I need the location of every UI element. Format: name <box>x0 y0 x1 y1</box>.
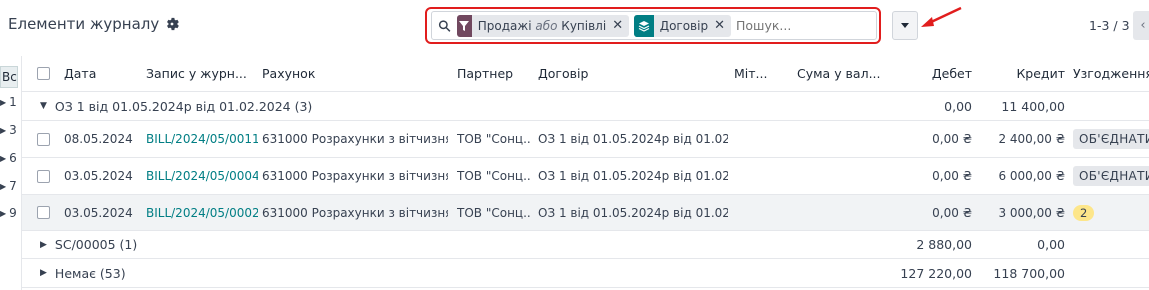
cell-debit: 0,00 ₴ <box>932 132 972 146</box>
caret-right-icon: ▶ <box>0 97 7 107</box>
cell-contract: ОЗ 1 від 01.05.2024р від 01.02.... <box>538 205 728 220</box>
cell-reconcile: ОБ'ЄДНАТИ <box>1073 158 1149 194</box>
merge-button[interactable]: ОБ'ЄДНАТИ <box>1073 166 1149 186</box>
side-panel: Всі ▶1 ▶3 ▶6 ▶7 ▶9 <box>0 56 22 290</box>
caret-down-icon: ▼ <box>40 101 47 111</box>
merge-button[interactable]: ОБ'ЄДНАТИ <box>1073 129 1149 149</box>
select-all-checkbox[interactable] <box>37 56 53 91</box>
group-row[interactable]: ▶ Немає (53) 127 220,00 118 700,00 <box>22 259 1149 288</box>
reconcile-badge[interactable]: 2 <box>1073 204 1095 221</box>
group-label: ▶ Немає (53) <box>40 265 126 281</box>
column-header-reconcile[interactable]: Узгодження <box>1073 56 1149 91</box>
group-credit: 11 400,00 <box>1001 98 1065 114</box>
group-row[interactable]: ▼ ОЗ 1 від 01.05.2024р від 01.02.2024 (3)… <box>22 92 1149 121</box>
group-row[interactable]: ▶ SC/00005 (1) 2 880,00 0,00 <box>22 231 1149 259</box>
cell-partner: ТОВ "Сонц... <box>457 205 531 220</box>
cell-contract: ОЗ 1 від 01.05.2024р від 01.02.... <box>538 169 728 183</box>
gear-icon[interactable] <box>165 17 180 31</box>
cell-contract: ОЗ 1 від 01.05.2024р від 01.02.... <box>538 132 728 146</box>
cell-debit: 0,00 ₴ <box>932 169 972 183</box>
side-panel-item[interactable]: ▶ 6 <box>0 151 17 165</box>
page-title: Елементи журналу <box>8 15 180 33</box>
caret-down-icon <box>901 22 909 28</box>
caret-right-icon: ▶ <box>40 268 47 278</box>
cell-reconcile: ОБ'ЄДНАТИ <box>1073 121 1149 157</box>
row-checkbox[interactable] <box>37 158 53 194</box>
group-label: ▼ ОЗ 1 від 01.05.2024р від 01.02.2024 (3) <box>40 98 313 114</box>
search-options-toggle-button[interactable] <box>892 11 918 40</box>
column-header-tag[interactable]: Міт... <box>734 56 779 91</box>
group-debit: 2 880,00 <box>916 237 972 252</box>
cell-entry-link[interactable]: BILL/2024/05/0011 <box>146 121 258 157</box>
annotation-arrow-icon <box>921 6 962 27</box>
caret-right-icon: ▶ <box>0 181 7 191</box>
caret-right-icon: ▶ <box>40 239 47 250</box>
column-header-debit[interactable]: Дебет <box>902 56 972 91</box>
side-panel-item[interactable]: ▶ 3 <box>0 123 17 137</box>
cell-date: 03.05.2024 <box>64 169 133 183</box>
cell-credit: 3 000,00 ₴ <box>998 205 1065 220</box>
caret-right-icon: ▶ <box>0 125 7 135</box>
annotation-highlight-box <box>425 7 881 44</box>
cell-account: 631000 Розрахунки з вітчизня... <box>262 205 448 220</box>
side-panel-item[interactable]: ▶ 7 <box>0 179 17 193</box>
side-panel-item[interactable]: ▶ 1 <box>0 95 17 109</box>
group-debit: 127 220,00 <box>900 265 972 281</box>
cell-account: 631000 Розрахунки з вітчизня... <box>262 169 448 183</box>
column-header-contract[interactable]: Договір <box>538 56 718 91</box>
cell-credit: 2 400,00 ₴ <box>998 132 1065 146</box>
column-header-partner[interactable]: Партнер <box>457 56 527 91</box>
column-header-credit[interactable]: Кредит <box>982 56 1065 91</box>
cell-partner: ТОВ "Сонц... <box>457 132 531 146</box>
cell-date: 03.05.2024 <box>64 205 133 220</box>
cell-entry-link[interactable]: BILL/2024/05/0004 <box>146 158 258 194</box>
group-debit: 0,00 <box>944 98 972 114</box>
cell-date: 08.05.2024 <box>64 132 133 146</box>
cell-account: 631000 Розрахунки з вітчизня... <box>262 132 448 146</box>
pager-value[interactable]: 1-3 / 3 <box>1089 18 1130 33</box>
group-credit: 118 700,00 <box>993 265 1065 281</box>
cell-debit: 0,00 ₴ <box>932 205 972 220</box>
cell-reconcile: 2 <box>1073 195 1149 230</box>
table-row[interactable]: 03.05.2024 BILL/2024/05/0004 631000 Розр… <box>22 158 1149 195</box>
row-checkbox[interactable] <box>37 195 53 230</box>
side-panel-item[interactable]: ▶ 9 <box>0 206 17 220</box>
column-header-account[interactable]: Рахунок <box>262 56 442 91</box>
pager-previous-button[interactable]: ‹ <box>1133 11 1149 40</box>
table-header: Дата Запис у журн... Рахунок Партнер Дог… <box>22 56 1149 92</box>
control-panel: Елементи журналу Продажі або Купівлі ✕ Д… <box>0 0 1149 52</box>
side-panel-all[interactable]: Всі <box>0 66 18 88</box>
column-header-amount-currency[interactable]: Сума у вал... <box>797 56 892 91</box>
table-row[interactable]: 08.05.2024 BILL/2024/05/0011 631000 Розр… <box>22 121 1149 158</box>
cell-entry-link[interactable]: BILL/2024/05/0002 <box>146 195 258 230</box>
row-checkbox[interactable] <box>37 121 53 157</box>
cell-credit: 6 000,00 ₴ <box>998 169 1065 183</box>
table-row[interactable]: 03.05.2024 BILL/2024/05/0002 631000 Розр… <box>22 195 1149 231</box>
caret-right-icon: ▶ <box>0 153 7 163</box>
column-header-date[interactable]: Дата <box>64 56 134 91</box>
cell-partner: ТОВ "Сонц... <box>457 169 531 183</box>
group-label: ▶ SC/00005 (1) <box>40 237 138 252</box>
group-credit: 0,00 <box>1037 237 1065 252</box>
page-title-text: Елементи журналу <box>8 15 160 33</box>
caret-right-icon: ▶ <box>0 208 7 218</box>
column-header-entry[interactable]: Запис у журн... <box>146 56 256 91</box>
